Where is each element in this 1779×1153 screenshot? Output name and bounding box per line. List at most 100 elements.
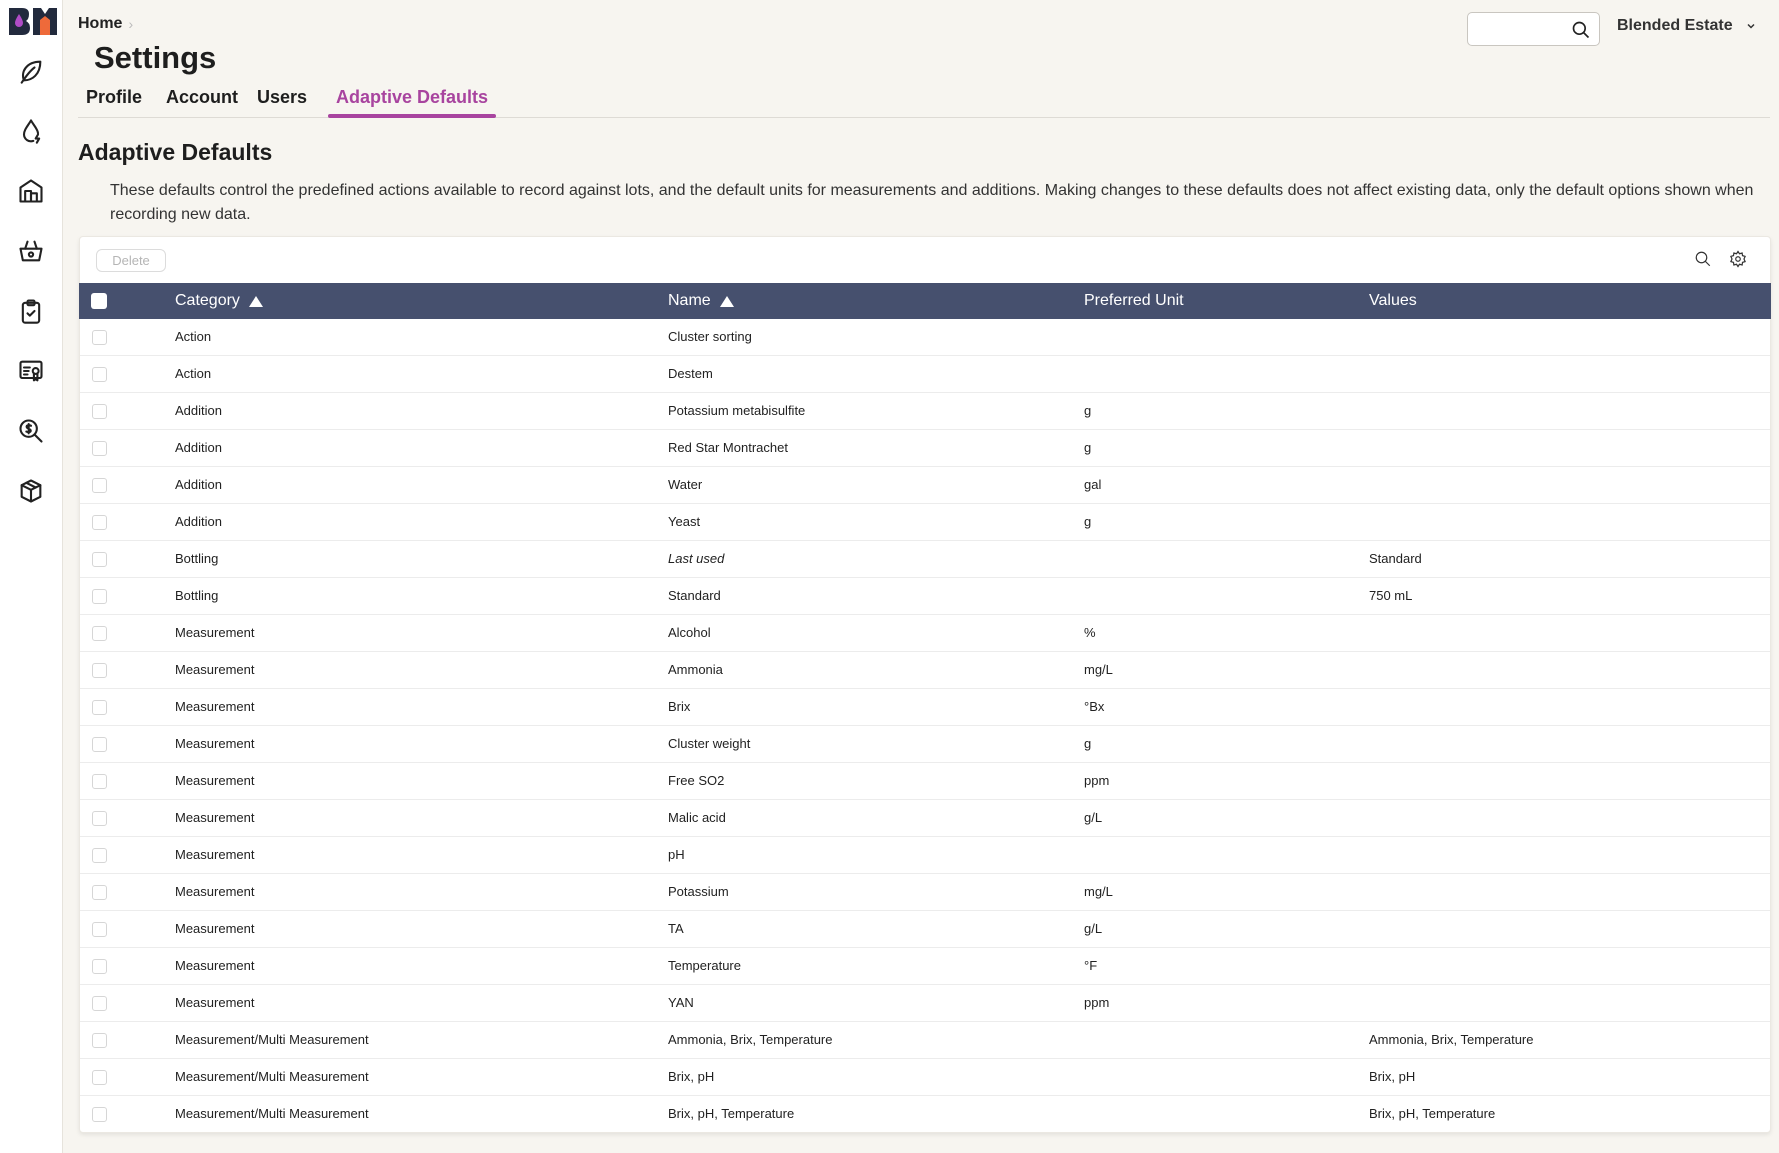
row-checkbox[interactable]	[92, 959, 107, 974]
breadcrumb: Home ›	[78, 15, 133, 33]
cell-category: Measurement	[175, 847, 255, 862]
breadcrumb-home[interactable]: Home	[78, 15, 122, 33]
tab-profile[interactable]: Profile	[78, 86, 150, 117]
cell-name: Ammonia, Brix, Temperature	[668, 1032, 833, 1047]
column-header-name[interactable]: Name	[668, 283, 734, 319]
cell-name: Cluster weight	[668, 736, 751, 751]
global-search-input[interactable]	[1468, 13, 1568, 45]
row-checkbox[interactable]	[92, 515, 107, 530]
cell-name: Brix, pH, Temperature	[668, 1106, 795, 1121]
table-row[interactable]: Measurement pH	[80, 837, 1770, 874]
app-logo[interactable]	[9, 8, 57, 35]
row-checkbox[interactable]	[92, 441, 107, 456]
table-row[interactable]: Measurement Brix °Bx	[80, 689, 1770, 726]
column-header-values[interactable]: Values	[1369, 283, 1417, 319]
table-row[interactable]: Measurement/Multi Measurement Brix, pH Bri…	[80, 1059, 1770, 1096]
page-title: Settings	[94, 40, 217, 75]
organization-name: Blended Estate	[1617, 17, 1733, 34]
table-row[interactable]: Addition Yeast g	[80, 504, 1770, 541]
column-header-category[interactable]: Category	[175, 283, 263, 319]
sidebar-item-tasks[interactable]	[16, 296, 46, 326]
row-checkbox[interactable]	[92, 1033, 107, 1048]
row-checkbox[interactable]	[92, 922, 107, 937]
table-row[interactable]: Measurement Free SO2 ppm	[80, 763, 1770, 800]
row-checkbox[interactable]	[92, 700, 107, 715]
cell-name: Potassium	[668, 884, 729, 899]
row-checkbox[interactable]	[92, 811, 107, 826]
organization-selector[interactable]: Blended Estate	[1617, 17, 1757, 35]
select-all-checkbox[interactable]	[91, 293, 107, 309]
cell-name: Alcohol	[668, 625, 711, 640]
row-checkbox[interactable]	[92, 589, 107, 604]
cell-preferred-unit: g	[1084, 514, 1092, 529]
cell-preferred-unit: g/L	[1084, 921, 1103, 936]
cell-category: Measurement	[175, 699, 255, 714]
row-checkbox[interactable]	[92, 774, 107, 789]
cell-name: pH	[668, 847, 685, 862]
cell-preferred-unit: g	[1084, 440, 1092, 455]
table-row[interactable]: Addition Red Star Montrachet g	[80, 430, 1770, 467]
row-checkbox[interactable]	[92, 404, 107, 419]
table-row[interactable]: Measurement Temperature °F	[80, 948, 1770, 985]
table-row[interactable]: Measurement Potassium mg/L	[80, 874, 1770, 911]
tab-adaptive-defaults[interactable]: Adaptive Defaults	[328, 86, 497, 118]
table-row[interactable]: Action Cluster sorting	[80, 319, 1770, 356]
cell-name: Standard	[668, 588, 721, 603]
row-checkbox[interactable]	[92, 1070, 107, 1085]
cell-values: Brix, pH	[1369, 1069, 1416, 1084]
row-checkbox[interactable]	[92, 996, 107, 1011]
table-row[interactable]: Measurement Ammonia mg/L	[80, 652, 1770, 689]
certificate-icon	[19, 360, 43, 382]
sidebar-item-winery[interactable]	[16, 176, 46, 206]
table-row[interactable]: Measurement/Multi Measurement Ammonia, Br…	[80, 1022, 1770, 1059]
row-checkbox[interactable]	[92, 626, 107, 641]
sidebar-item-compliance[interactable]	[16, 356, 46, 386]
sidebar-item-harvest[interactable]	[16, 236, 46, 266]
cell-category: Measurement/Multi Measurement	[175, 1032, 369, 1047]
row-checkbox[interactable]	[92, 848, 107, 863]
search-icon[interactable]	[1571, 20, 1591, 40]
table-row[interactable]: Bottling Standard 750 mL	[80, 578, 1770, 615]
cell-preferred-unit: g	[1084, 736, 1092, 751]
cell-values: Standard	[1369, 551, 1422, 566]
column-label: Values	[1369, 292, 1417, 309]
row-checkbox[interactable]	[92, 737, 107, 752]
row-checkbox[interactable]	[92, 885, 107, 900]
row-checkbox[interactable]	[92, 1107, 107, 1122]
row-checkbox[interactable]	[92, 552, 107, 567]
sidebar-item-vineyard[interactable]	[16, 56, 46, 86]
table-row[interactable]: Measurement TA g/L	[80, 911, 1770, 948]
row-checkbox[interactable]	[92, 663, 107, 678]
cell-name: Red Star Montrachet	[668, 440, 788, 455]
column-header-preferred-unit[interactable]: Preferred Unit	[1084, 283, 1184, 319]
cell-category: Measurement	[175, 625, 255, 640]
table-search-button[interactable]	[1694, 250, 1714, 270]
tab-users[interactable]: Users	[249, 86, 315, 117]
table-row[interactable]: Addition Potassium metabisulfite g	[80, 393, 1770, 430]
table-row[interactable]: Measurement Cluster weight g	[80, 726, 1770, 763]
table-row[interactable]: Measurement Alcohol%	[80, 615, 1770, 652]
row-checkbox[interactable]	[92, 330, 107, 345]
leaf-icon	[20, 60, 42, 84]
table-row[interactable]: Measurement Malic acid g/L	[80, 800, 1770, 837]
table-row[interactable]: Bottling Last used Standard	[80, 541, 1770, 578]
table-settings-button[interactable]	[1729, 250, 1749, 270]
sidebar-item-costing[interactable]	[16, 416, 46, 446]
cell-preferred-unit: g/L	[1084, 810, 1103, 825]
cell-values: Ammonia, Brix, Temperature	[1369, 1032, 1534, 1047]
table-row[interactable]: Measurement/Multi Measurement Brix, pH, T…	[80, 1096, 1770, 1133]
sort-ascending-icon	[248, 295, 263, 307]
sidebar-item-production[interactable]	[16, 116, 46, 146]
table-row[interactable]: Measurement YAN ppm	[80, 985, 1770, 1022]
table-row[interactable]: Action Destem	[80, 356, 1770, 393]
table-row[interactable]: Addition Water gal	[80, 467, 1770, 504]
cell-preferred-unit: °Bx	[1084, 699, 1105, 714]
cell-name: Temperature	[668, 958, 741, 973]
tab-account[interactable]: Account	[158, 86, 246, 117]
row-checkbox[interactable]	[92, 478, 107, 493]
cell-category: Addition	[175, 477, 222, 492]
cell-name: Water	[668, 477, 703, 492]
sidebar-item-inventory[interactable]	[16, 476, 46, 506]
row-checkbox[interactable]	[92, 367, 107, 382]
delete-button[interactable]: Delete	[96, 249, 166, 272]
